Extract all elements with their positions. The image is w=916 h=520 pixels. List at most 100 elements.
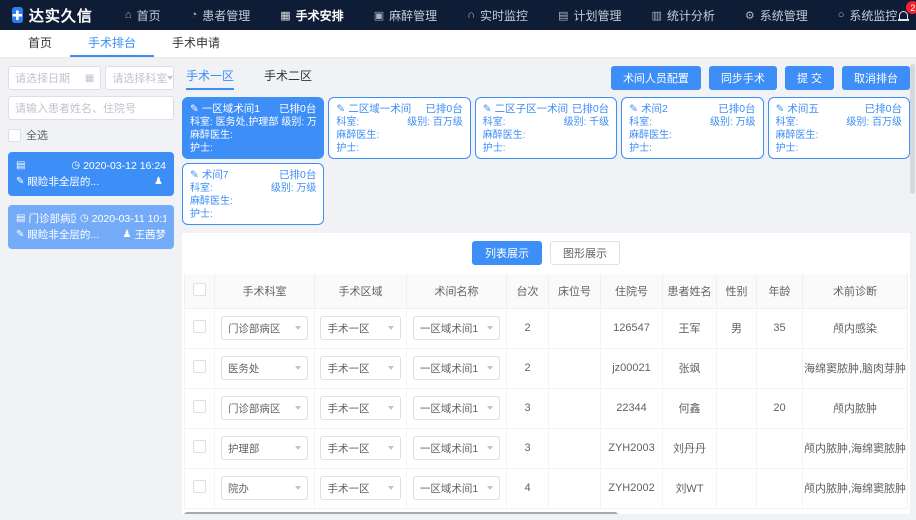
row-checkbox[interactable]: [193, 320, 206, 333]
cancel-schedule-button[interactable]: 取消排台: [842, 66, 910, 90]
dept-select[interactable]: 护理部: [221, 436, 308, 460]
region-select[interactable]: 手术一区: [320, 316, 400, 340]
room-level: 百万级: [872, 117, 902, 128]
vertical-scrollbar[interactable]: [910, 30, 916, 520]
nav-item-patient-management[interactable]: ◔患者管理: [191, 7, 251, 24]
department-select[interactable]: 请选择科室: [105, 66, 174, 90]
room-anesthetist-label: 麻醉医生:: [190, 195, 233, 208]
cell-gender: [717, 428, 757, 468]
chevron-down-icon: [295, 326, 301, 330]
room-card-4[interactable]: ✎术间2已排0台 科室: 级别: 万级 麻醉医生: 护士:: [621, 97, 763, 159]
nav-label: 麻醉管理: [389, 7, 437, 24]
patient-search-input[interactable]: 请输入患者姓名、住院号: [8, 96, 174, 120]
nav-item-statistics[interactable]: ▥统计分析: [651, 7, 714, 24]
room-card-6[interactable]: ✎术间7已排0台 科室: 级别: 万级 麻醉医生: 护士:: [182, 163, 324, 225]
region-select[interactable]: 手术一区: [320, 356, 400, 380]
tab-surgery-application[interactable]: 手术申请: [154, 30, 238, 57]
room-card-1[interactable]: ✎一区域术间1已排0台 科室: 医务处,护理部级别: 万级 麻醉医生: 护士:: [182, 97, 324, 159]
nav-item-system-monitor[interactable]: ○系统监控: [838, 7, 898, 24]
col-header-dept: 手术科室: [215, 274, 315, 308]
nav-item-surgery-arrangement[interactable]: ▦手术安排: [280, 7, 343, 24]
chart-view-button[interactable]: 图形展示: [550, 241, 620, 265]
person-icon: ♟: [154, 174, 163, 190]
nav-item-home[interactable]: ⌂首页: [125, 7, 161, 24]
table-row: 院办 手术一区 一区域术间1 4 ZYH2002 刘WT 颅内脓肿,海绵窦脓肿: [185, 468, 908, 508]
nav-item-realtime-monitor[interactable]: ∩实时监控: [467, 7, 528, 24]
patient-card[interactable]: ▤门诊部病区 ◷2020-03-11 10:11 ✎眼睑非全层的... ♟王茜梦: [8, 205, 174, 249]
room-name: 术间2: [641, 103, 668, 116]
room-dept-label: 科室:: [629, 117, 652, 128]
room-select[interactable]: 一区域术间1: [413, 396, 500, 420]
nav-label: 系统管理: [760, 7, 808, 24]
room-level: 万级: [307, 117, 316, 128]
tab-surgery-area-2[interactable]: 手术二区: [264, 67, 312, 90]
nav-item-system-management[interactable]: ⚙系统管理: [745, 7, 808, 24]
chevron-down-icon: [295, 366, 301, 370]
cell-admission: 22344: [601, 388, 663, 428]
room-dept-label: 科室:: [336, 117, 359, 128]
region-select[interactable]: 手术一区: [320, 436, 400, 460]
col-header-room: 术间名称: [407, 274, 507, 308]
cell-diagnosis: 颅内脓肿: [803, 388, 908, 428]
region-tab-label: 手术一区: [186, 69, 234, 83]
room-dept-label: 科室:: [190, 183, 213, 194]
room-card-2[interactable]: ✎二区域一术间已排0台 科室: 级别: 百万级 麻醉医生: 护士:: [328, 97, 470, 159]
select-all-label: 全选: [26, 127, 48, 143]
tab-surgery-area-1[interactable]: 手术一区: [186, 67, 234, 90]
dept-select[interactable]: 院办: [221, 476, 308, 500]
dept-select[interactable]: 医务处: [221, 356, 308, 380]
chevron-down-icon: [487, 446, 493, 450]
home-icon: ⌂: [125, 9, 132, 21]
building-icon: ▤: [16, 158, 25, 174]
notification-bell-button[interactable]: 2: [897, 8, 911, 22]
dept-select-value: 院办: [228, 481, 249, 496]
room-name: 术间7: [202, 169, 229, 182]
tab-home[interactable]: 首页: [10, 30, 70, 57]
room-staff-config-button[interactable]: 术间人员配置: [611, 66, 701, 90]
patient-card[interactable]: ▤ ◷2020-03-12 16:24 ✎眼睑非全层的... ♟: [8, 152, 174, 196]
room-select[interactable]: 一区域术间1: [413, 316, 500, 340]
room-name: 一区域术间1: [202, 103, 260, 116]
room-select-value: 一区域术间1: [420, 441, 478, 456]
cell-age: 20: [757, 388, 803, 428]
row-checkbox[interactable]: [193, 400, 206, 413]
region-select[interactable]: 手术一区: [320, 396, 400, 420]
cell-gender: 男: [717, 308, 757, 348]
room-select[interactable]: 一区域术间1: [413, 436, 500, 460]
cell-admission: jz00021: [601, 348, 663, 388]
room-level-label: 级别:: [710, 117, 733, 128]
room-card-3[interactable]: ✎二区子区一术间已排0台 科室: 级别: 千级 麻醉医生: 护士:: [475, 97, 617, 159]
dept-select[interactable]: 门诊部病区: [221, 316, 308, 340]
cell-admission: ZYH2002: [601, 468, 663, 508]
room-select[interactable]: 一区域术间1: [413, 356, 500, 380]
cell-bed: [549, 348, 601, 388]
room-card-5[interactable]: ✎术间五已排0台 科室: 级别: 百万级 麻醉医生: 护士:: [768, 97, 910, 159]
room-select[interactable]: 一区域术间1: [413, 476, 500, 500]
row-checkbox[interactable]: [193, 480, 206, 493]
cell-age: [757, 468, 803, 508]
header-checkbox[interactable]: [193, 283, 206, 296]
select-all-checkbox[interactable]: [8, 129, 21, 142]
clock-icon: ◷: [80, 211, 89, 227]
submit-button[interactable]: 提 交: [785, 66, 834, 90]
sync-surgery-button[interactable]: 同步手术: [709, 66, 777, 90]
nav-item-anesthesia-management[interactable]: ▣麻醉管理: [374, 7, 437, 24]
room-anesthetist-label: 麻醉医生:: [336, 129, 379, 142]
horizontal-scrollbar-thumb[interactable]: [184, 512, 618, 515]
nav-item-plan-management[interactable]: ▤计划管理: [558, 7, 621, 24]
region-select-value: 手术一区: [327, 481, 369, 496]
date-picker-input[interactable]: 请选择日期 ▦: [8, 66, 101, 90]
list-view-button[interactable]: 列表展示: [472, 241, 542, 265]
row-checkbox[interactable]: [193, 360, 206, 373]
row-checkbox[interactable]: [193, 440, 206, 453]
tab-surgery-scheduling[interactable]: 手术排台: [70, 30, 154, 57]
cell-bed: [549, 428, 601, 468]
region-select[interactable]: 手术一区: [320, 476, 400, 500]
dept-select[interactable]: 门诊部病区: [221, 396, 308, 420]
headset-icon: ∩: [467, 9, 475, 21]
pencil-icon: ✎: [776, 103, 785, 116]
vertical-scrollbar-thumb[interactable]: [910, 64, 915, 194]
room-name: 二区子区一术间: [495, 103, 569, 116]
table-row: 护理部 手术一区 一区域术间1 3 ZYH2003 刘丹丹 颅内脓肿,海绵窦脓肿: [185, 428, 908, 468]
cell-admission: ZYH2003: [601, 428, 663, 468]
